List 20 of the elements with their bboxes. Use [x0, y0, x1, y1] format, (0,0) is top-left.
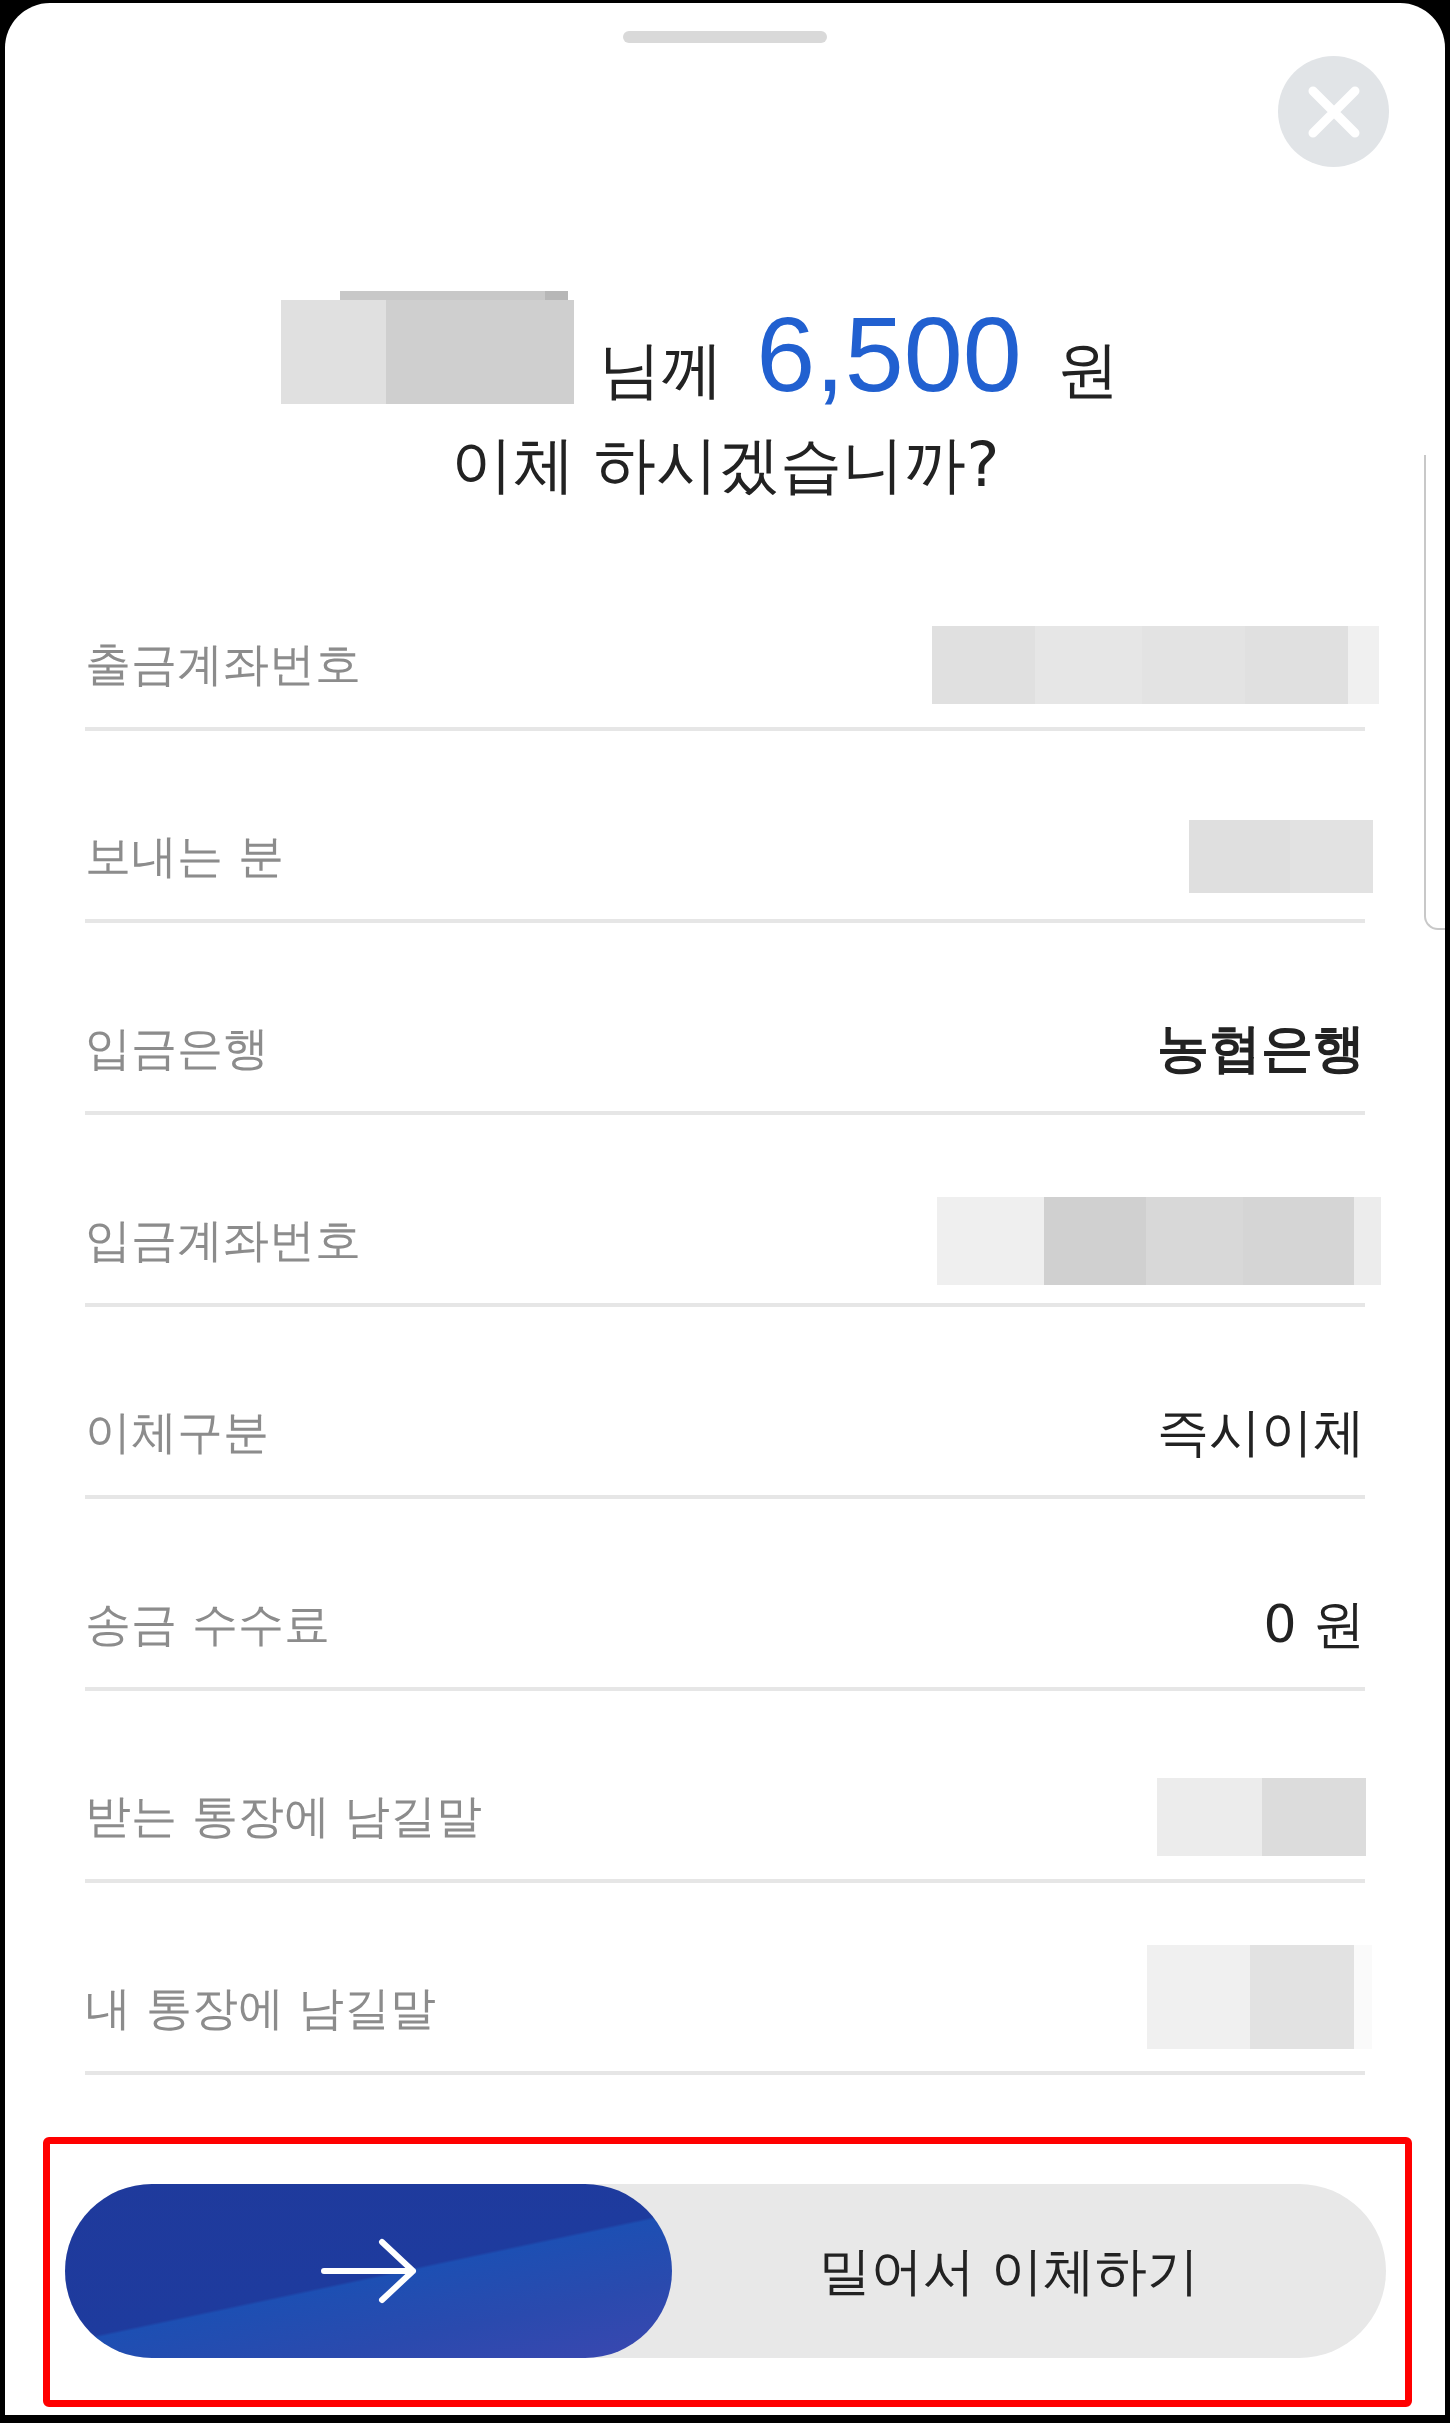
detail-label: 받는 통장에 남길말 — [85, 1787, 483, 1845]
detail-label: 입금은행 — [85, 1019, 269, 1077]
amount-text: 6,500 — [756, 301, 1022, 407]
title-question: 이체 하시겠습니까? — [450, 428, 1000, 502]
drag-handle[interactable] — [623, 31, 827, 43]
arrow-right-icon — [320, 2238, 417, 2304]
currency-text: 원 — [1056, 339, 1119, 401]
detail-label: 출금계좌번호 — [85, 635, 361, 693]
detail-label: 내 통장에 남길말 — [85, 1979, 437, 2037]
detail-value: 즉시이체 — [1157, 1401, 1365, 1464]
slide-track[interactable]: 밀어서 이체하기 — [65, 2184, 1386, 2358]
detail-value: 농협은행 — [1157, 1017, 1365, 1080]
close-icon — [1307, 85, 1360, 138]
detail-label: 이체구분 — [85, 1403, 269, 1461]
title-text: 님께 — [599, 339, 724, 401]
detail-label: 송금 수수료 — [85, 1595, 330, 1653]
detail-value: 0 원 — [1263, 1593, 1365, 1656]
detail-label: 보내는 분 — [85, 827, 284, 885]
detail-label: 입금계좌번호 — [85, 1211, 361, 1269]
slide-label: 밀어서 이체하기 — [817, 2239, 1201, 2303]
